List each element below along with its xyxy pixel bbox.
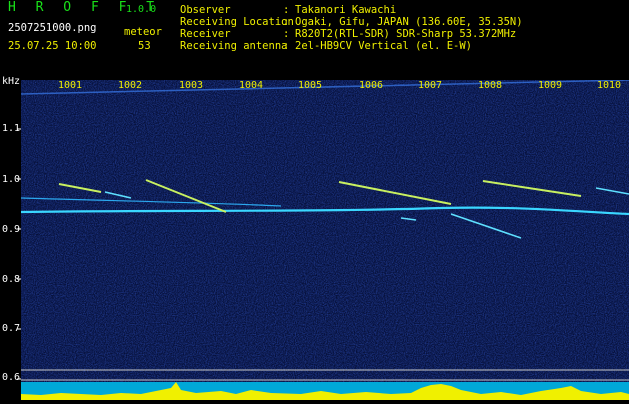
spectrogram: [21, 80, 629, 382]
minute-label: 1008: [478, 80, 503, 91]
minute-label: 1005: [298, 80, 323, 91]
observer-colon: :: [283, 4, 290, 16]
minute-label: 1004: [239, 80, 264, 91]
y-tick-label: 1.0: [2, 174, 21, 185]
signal-strength-strip: [21, 382, 629, 400]
antenna-label: Receiving antenna: [180, 40, 288, 52]
minute-label: 1009: [538, 80, 563, 91]
location-colon: :: [283, 16, 290, 28]
unit-label: kHz: [2, 76, 21, 87]
meteor-label: meteor: [124, 26, 162, 38]
minute-label: 1007: [418, 80, 443, 91]
date-time: 25.07.25 10:00: [8, 40, 97, 52]
minute-label: 1006: [359, 80, 384, 91]
observer-label: Observer: [180, 4, 231, 16]
minute-label: 1001: [58, 80, 83, 91]
antenna-value: 2el-HB9CV Vertical (el. E-W): [295, 40, 473, 52]
minute-label: 1003: [179, 80, 204, 91]
y-tick-label: 0.9: [2, 224, 21, 235]
receiver-colon: :: [283, 28, 290, 40]
antenna-colon: :: [283, 40, 290, 52]
location-label: Receiving Location: [180, 16, 294, 28]
y-tick-label: 0.6: [2, 372, 21, 383]
minute-label: 1010: [597, 80, 622, 91]
spectrogram-panel: [21, 80, 629, 382]
y-tick-label: 0.8: [2, 274, 21, 285]
y-tick-label: 0.7: [2, 323, 21, 334]
minute-label: 1002: [118, 80, 143, 91]
signal-strength-graph: [21, 382, 629, 400]
app-version: 1.0.0: [126, 4, 157, 15]
spectrogram-noise: [21, 80, 629, 382]
observer-value: Takanori Kawachi: [295, 4, 397, 16]
file-name: 2507251000.png: [8, 22, 97, 34]
meteor-count: 53: [138, 40, 151, 52]
receiver-value: R820T2(RTL-SDR) SDR-Sharp 53.372MHz: [295, 28, 517, 40]
receiver-label: Receiver: [180, 28, 231, 40]
y-tick-label: 1.1: [2, 123, 21, 134]
location-value: Ogaki, Gifu, JAPAN (136.60E, 35.35N): [295, 16, 523, 28]
header-panel: H R O F F T 1.0.0 2507251000.png 25.07.2…: [0, 0, 629, 80]
